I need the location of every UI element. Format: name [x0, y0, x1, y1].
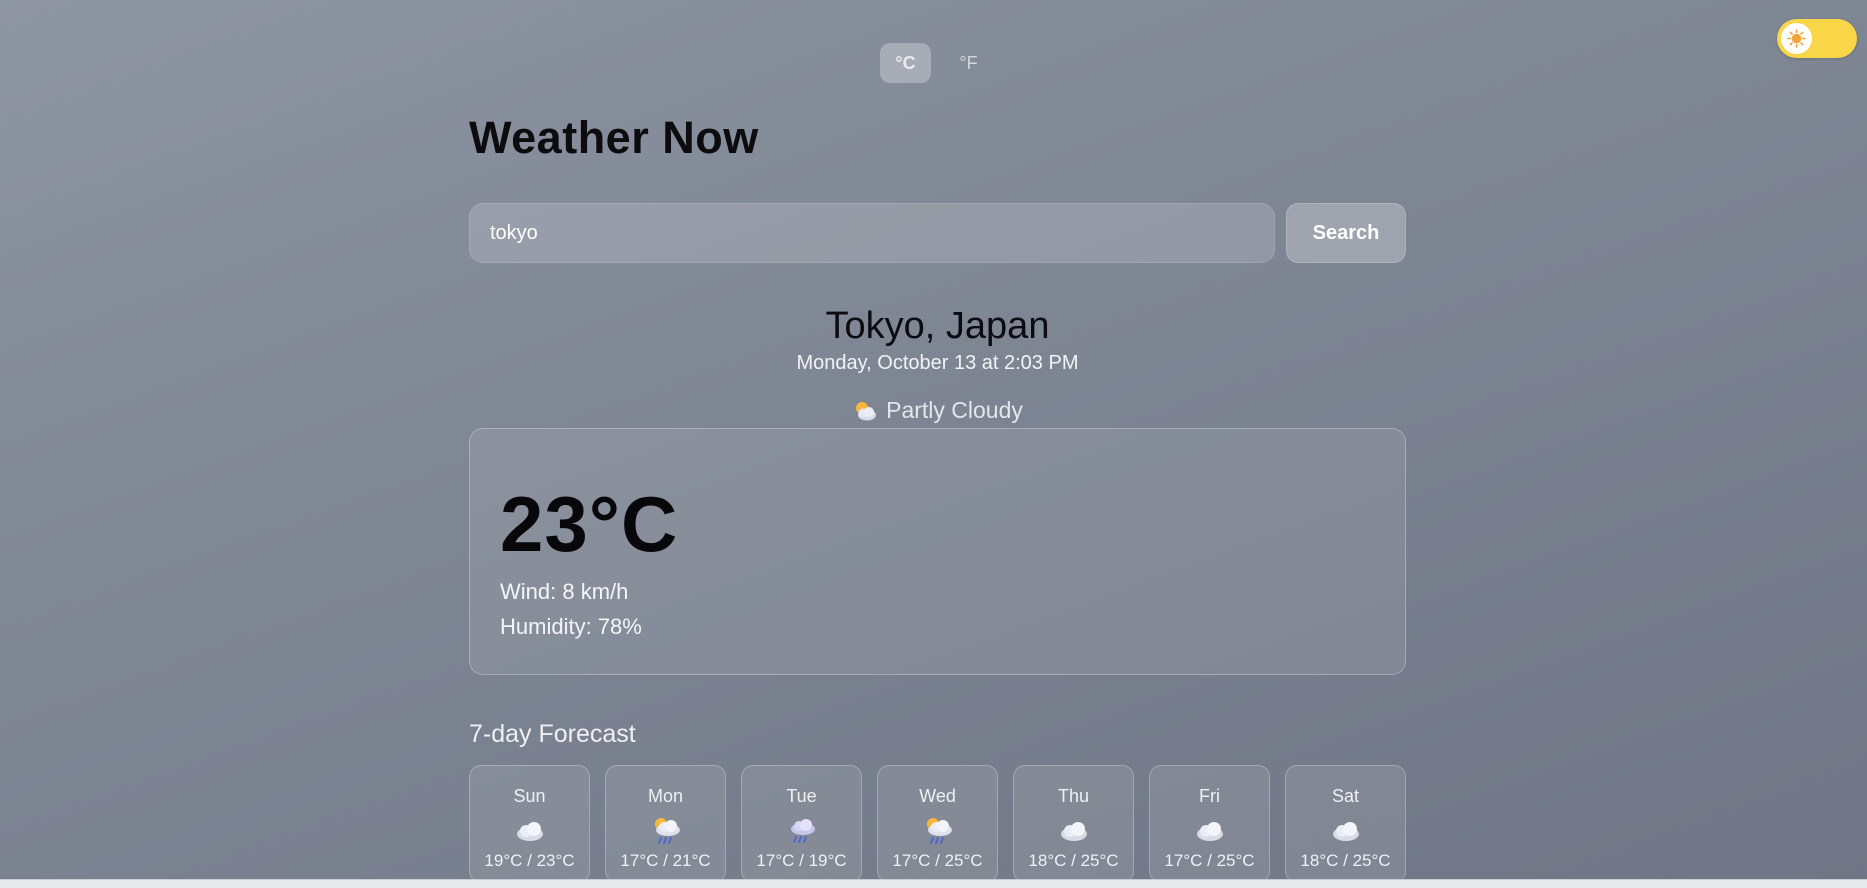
- forecast-day-card: Sun 19°C / 23°C: [469, 765, 590, 883]
- forecast-day-temps: 17°C / 25°C: [892, 851, 983, 870]
- forecast-day-name: Wed: [919, 786, 956, 806]
- condition-label: Partly Cloudy: [886, 397, 1023, 423]
- forecast-day-temps: 17°C / 25°C: [1164, 851, 1255, 870]
- partly-cloudy-icon: [856, 401, 877, 420]
- page-title: Weather Now: [469, 112, 759, 163]
- cloud-icon: [1196, 822, 1223, 841]
- forecast-day-name: Sun: [513, 786, 546, 806]
- cloud-icon: [516, 822, 543, 841]
- location-name: Tokyo, Japan: [825, 305, 1050, 347]
- theme-toggle[interactable]: [1777, 19, 1857, 58]
- humidity: Humidity: 78%: [500, 614, 642, 639]
- forecast-day-name: Sat: [1331, 786, 1360, 806]
- rain-cloud-icon: [790, 819, 815, 843]
- cloud-icon: [1060, 822, 1087, 841]
- sun-rain-icon: [654, 818, 680, 844]
- forecast-day-temps: 17°C / 21°C: [620, 851, 711, 870]
- forecast-day-card: Thu 18°C / 25°C: [1013, 765, 1134, 883]
- wind-speed: Wind: 8 km/h: [500, 579, 629, 604]
- theme-toggle-knob: [1781, 23, 1812, 54]
- forecast-row: Sun 19°C / 23°C Mon 17°C / 21°C Tue 17°C…: [469, 765, 1406, 883]
- forecast-day-name: Tue: [786, 786, 817, 806]
- current-temperature: 23°C: [500, 480, 679, 568]
- unit-switch: °C °F: [880, 43, 994, 83]
- current-condition: Partly Cloudy: [469, 397, 1406, 424]
- forecast-day-card: Fri 17°C / 25°C: [1149, 765, 1270, 883]
- location-datetime: Monday, October 13 at 2:03 PM: [796, 352, 1079, 374]
- forecast-day-name: Fri: [1199, 786, 1220, 806]
- forecast-day-temps: 18°C / 25°C: [1028, 851, 1119, 870]
- forecast-day-name: Thu: [1057, 786, 1090, 806]
- forecast-day-temps: 19°C / 23°C: [484, 851, 575, 870]
- forecast-day-card: Sat 18°C / 25°C: [1285, 765, 1406, 883]
- forecast-day-name: Mon: [647, 786, 683, 806]
- current-weather-card: 23°C Wind: 8 km/h Humidity: 78%: [469, 428, 1406, 675]
- sun-rain-icon: [926, 818, 952, 844]
- forecast-day-card: Mon 17°C / 21°C: [605, 765, 726, 883]
- forecast-day-card: Tue 17°C / 19°C: [741, 765, 862, 883]
- forecast-day-temps: 18°C / 25°C: [1300, 851, 1391, 870]
- search-input[interactable]: [469, 203, 1275, 263]
- sun-icon: [1787, 29, 1806, 48]
- cloud-icon: [1332, 822, 1359, 841]
- forecast-day-temps: 17°C / 19°C: [756, 851, 847, 870]
- fahrenheit-button[interactable]: °F: [943, 43, 994, 83]
- forecast-day-card: Wed 17°C / 25°C: [877, 765, 998, 883]
- search-button[interactable]: Search: [1286, 203, 1406, 263]
- celsius-button[interactable]: °C: [880, 43, 931, 83]
- window-bottom-edge: [0, 879, 1867, 888]
- forecast-title: 7-day Forecast: [469, 720, 636, 748]
